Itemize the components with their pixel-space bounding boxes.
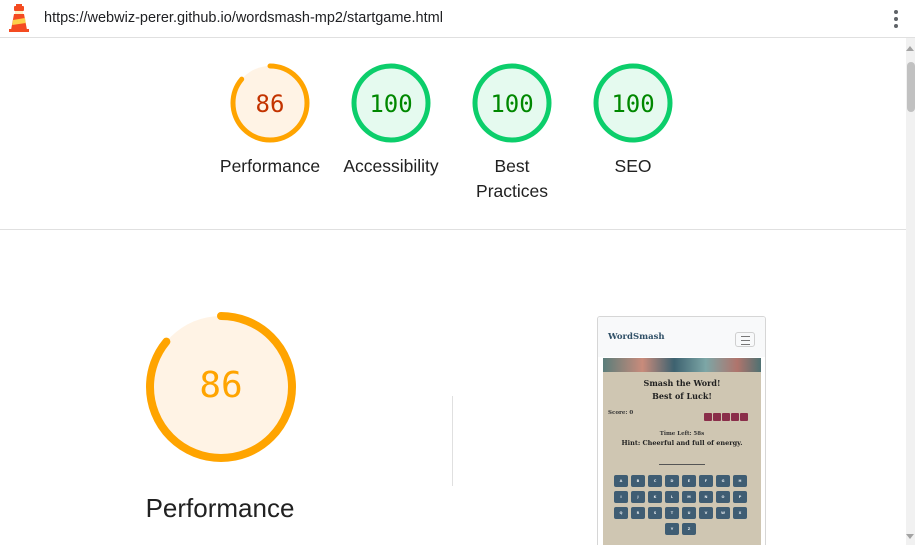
- preview-key: I: [614, 491, 628, 503]
- preview-brand: WordSmash: [608, 332, 665, 342]
- section-divider: [452, 396, 453, 486]
- gauge-ring: 100: [593, 63, 673, 143]
- scroll-up-arrow-icon[interactable]: [906, 46, 914, 51]
- preview-key: R: [631, 507, 645, 519]
- scrollbar-thumb[interactable]: [907, 62, 915, 112]
- preview-key: Q: [614, 507, 628, 519]
- gauge-ring: 100: [472, 63, 552, 143]
- performance-gauge-large: 86: [146, 312, 296, 462]
- preview-key: K: [648, 491, 662, 503]
- gauge-accessibility[interactable]: 100 Accessibility: [331, 62, 451, 179]
- preview-hint: Hint: Cheerful and full of energy.: [621, 439, 743, 447]
- preview-key: H: [733, 475, 747, 487]
- preview-title: Smash the Word! Best of Luck!: [603, 377, 761, 403]
- preview-life-icon: [731, 413, 739, 421]
- preview-key: P: [733, 491, 747, 503]
- preview-key: U: [682, 507, 696, 519]
- vertical-dots-icon[interactable]: [889, 8, 903, 30]
- preview-title-line1: Smash the Word!: [643, 378, 721, 388]
- preview-time-left: Time Left: 58s: [659, 431, 705, 437]
- gauge-score: 86: [256, 90, 285, 118]
- gauge-ring: 86: [230, 63, 310, 143]
- gauge-label: Performance: [219, 156, 321, 176]
- preview-key: X: [733, 507, 747, 519]
- gauge-ring: 100: [351, 63, 431, 143]
- preview-key: J: [631, 491, 645, 503]
- gauge-score: 100: [611, 90, 654, 118]
- preview-game-card: Smash the Word! Best of Luck! Score: 0 T…: [603, 372, 761, 545]
- preview-key: E: [682, 475, 696, 487]
- scroll-down-arrow-icon[interactable]: [906, 534, 914, 539]
- preview-key: T: [665, 507, 679, 519]
- preview-key: G: [716, 475, 730, 487]
- final-screenshot-preview: WordSmash Smash the Word! Best of Luck! …: [597, 316, 766, 545]
- preview-key: Y: [665, 523, 679, 535]
- preview-key: V: [699, 507, 713, 519]
- gauge-score: 100: [369, 90, 412, 118]
- preview-key: D: [665, 475, 679, 487]
- preview-key: A: [614, 475, 628, 487]
- preview-key: B: [631, 475, 645, 487]
- browser-address-bar: https://webwiz-perer.github.io/wordsmash…: [0, 0, 915, 38]
- gauge-label: SEO: [614, 156, 652, 176]
- performance-score: 86: [199, 365, 242, 406]
- hamburger-menu-icon: [735, 332, 755, 347]
- gauge-performance[interactable]: 86 Performance: [210, 62, 330, 179]
- preview-life-icon: [740, 413, 748, 421]
- score-gauges-row: 86 Performance 100 Accessibility 100 Bes…: [0, 38, 906, 230]
- url-text[interactable]: https://webwiz-perer.github.io/wordsmash…: [44, 10, 443, 26]
- gauge-label: Accessibility: [343, 156, 439, 176]
- lighthouse-icon: [9, 4, 29, 32]
- preview-lives: [704, 408, 749, 421]
- preview-life-icon: [704, 413, 712, 421]
- preview-key: F: [699, 475, 713, 487]
- preview-key: O: [716, 491, 730, 503]
- preview-key: M: [682, 491, 696, 503]
- preview-key: W: [716, 507, 730, 519]
- gauge-label: Best Practices: [476, 156, 548, 201]
- preview-key: N: [699, 491, 713, 503]
- preview-key: C: [648, 475, 662, 487]
- preview-word-blanks: [659, 464, 705, 465]
- preview-key: Z: [682, 523, 696, 535]
- preview-key: L: [665, 491, 679, 503]
- preview-navbar: WordSmash: [598, 317, 765, 357]
- gauge-score: 100: [490, 90, 533, 118]
- preview-life-icon: [722, 413, 730, 421]
- performance-title: Performance: [145, 493, 295, 523]
- gauge-seo[interactable]: 100 SEO: [573, 62, 693, 179]
- gauge-best-practices[interactable]: 100 Best Practices: [452, 62, 572, 204]
- preview-life-icon: [713, 413, 721, 421]
- preview-score: Score: 0: [608, 410, 634, 416]
- vertical-scrollbar[interactable]: [906, 38, 915, 545]
- preview-key: S: [648, 507, 662, 519]
- preview-title-line2: Best of Luck!: [652, 391, 712, 401]
